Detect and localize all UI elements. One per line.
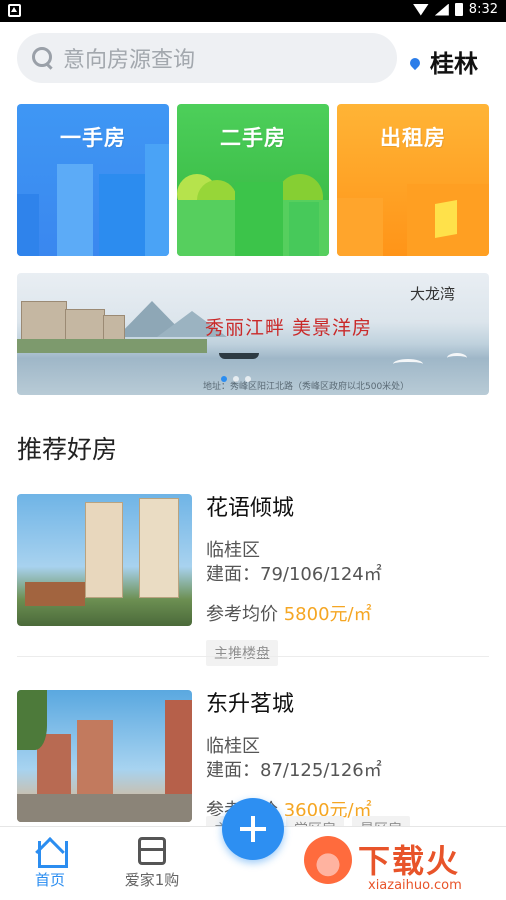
tag-badge: 学区房 (286, 816, 344, 826)
search-bar[interactable]: 意向房源查询 (17, 33, 397, 83)
building-shape (17, 194, 39, 256)
category-label: 出租房 (380, 126, 446, 150)
battery-icon (454, 3, 463, 16)
listing-card[interactable]: 花语倾城 临桂区 建面：79/106/124㎡ 参考均价 5800元/㎡ 主推楼… (17, 494, 489, 666)
listing-price-row: 参考均价 5800元/㎡ (206, 600, 372, 626)
listing-tags: 主推楼盘 (206, 640, 278, 666)
city-label: 桂林 (430, 50, 478, 78)
tree-shape (17, 690, 47, 750)
banner-brand: 大龙湾 (409, 285, 455, 303)
tower-shape (85, 502, 123, 598)
status-bar: 8:32 (0, 0, 506, 22)
home-icon (35, 837, 68, 868)
listing-area: 建面：79/106/124㎡ (206, 564, 382, 585)
egret-shape (447, 353, 467, 363)
category-label: 一手房 (60, 126, 126, 150)
watermark: 下载火 xiazaihuo.com (300, 832, 506, 900)
watermark-url: xiazaihuo.com (368, 878, 462, 893)
villa-shape (21, 301, 67, 341)
boat-shape (219, 353, 259, 359)
nav-item-home[interactable]: 首页 (10, 837, 90, 890)
banner-slogan: 秀丽江畔 美景洋房 (205, 317, 373, 339)
listing-name: 东升茗城 (206, 692, 295, 717)
section-title: 推荐好房 (17, 435, 118, 464)
listing-area: 建面：87/125/126㎡ (206, 760, 382, 781)
city-selector[interactable]: 桂林 (410, 44, 478, 79)
category-second-hand[interactable]: 二手房 (177, 104, 329, 256)
villa-shape (103, 315, 125, 341)
nav-label: 首页 (34, 871, 65, 889)
location-pin-icon (410, 58, 420, 72)
building-shape (57, 164, 93, 256)
nav-item-aijia[interactable]: 爱家1购 (112, 837, 192, 890)
building-shape (337, 198, 383, 256)
egret-shape (393, 359, 423, 369)
building-shape (145, 144, 169, 256)
watermark-logo-icon (304, 836, 352, 884)
tower-shape (165, 700, 192, 804)
nav-label: 爱家1购 (124, 871, 180, 889)
search-icon (31, 46, 55, 70)
promo-banner[interactable]: 大龙湾 秀丽江畔 美景洋房 地址：秀峰区阳江北路（秀峰区政府以北500米处） (17, 273, 489, 395)
listing-price: 5800元/㎡ (283, 604, 372, 625)
building-shape (99, 174, 149, 256)
listing-image (17, 494, 192, 626)
carousel-dot (233, 376, 239, 382)
tower-shape (139, 498, 179, 598)
building-shape (289, 202, 319, 256)
carousel-dot-active (221, 376, 227, 382)
listing-district: 临桂区 (206, 540, 260, 561)
shore-shape (17, 339, 207, 353)
building-shape (235, 182, 283, 256)
category-rental[interactable]: 出租房 (337, 104, 489, 256)
category-label: 二手房 (220, 126, 286, 150)
listing-name: 花语倾城 (206, 496, 295, 521)
category-new-house[interactable]: 一手房 (17, 104, 169, 256)
search-placeholder: 意向房源查询 (63, 48, 196, 73)
tag-badge: 景区房 (352, 816, 410, 826)
listing-district: 临桂区 (206, 736, 260, 757)
carousel-dot (245, 376, 251, 382)
window-shape (435, 200, 457, 238)
tower-shape (77, 720, 113, 804)
price-label: 参考均价 (206, 604, 278, 625)
wifi-icon (412, 3, 429, 16)
notification-icon (8, 4, 21, 17)
add-button[interactable] (222, 798, 284, 860)
street-shape (17, 794, 192, 822)
signal-icon (434, 3, 449, 16)
listing-image (17, 690, 192, 822)
tag-badge: 主推楼盘 (206, 640, 278, 666)
status-time: 8:32 (468, 2, 498, 17)
divider (17, 656, 489, 657)
villa-shape (65, 309, 105, 341)
clubhouse-shape (25, 582, 85, 606)
watermark-title: 下载火 (358, 842, 461, 880)
shop-icon (138, 837, 166, 865)
